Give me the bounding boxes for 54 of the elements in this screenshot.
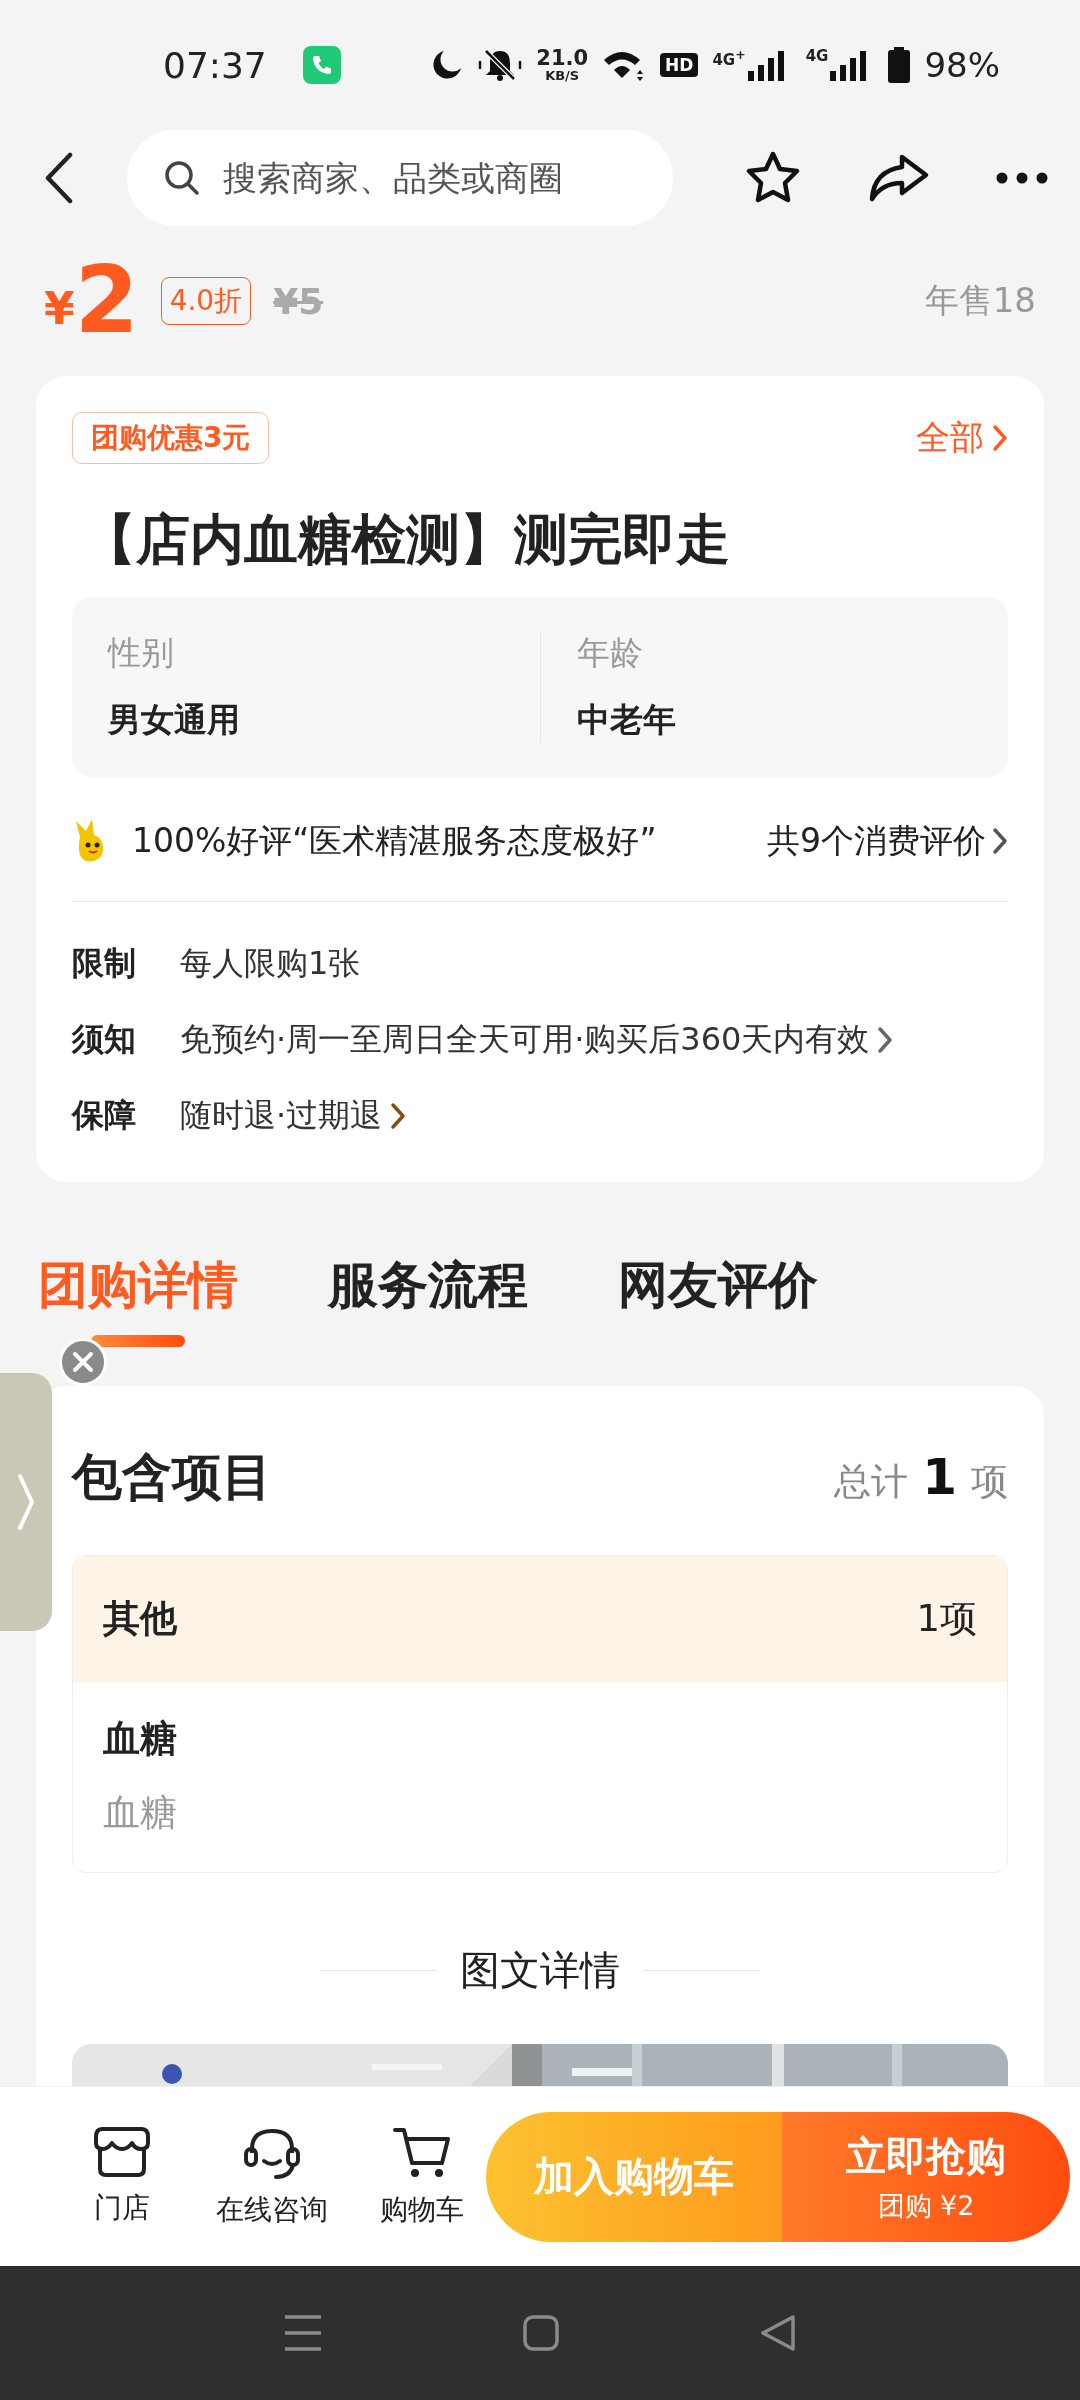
battery-icon xyxy=(888,47,911,83)
more-icon[interactable] xyxy=(996,172,1048,184)
group-name: 其他 xyxy=(103,1596,177,1642)
item-total: 总计 1 项 xyxy=(834,1448,1008,1507)
store-icon xyxy=(94,2124,150,2179)
rule-link[interactable]: 免预约·周一至周日全天可用·购买后360天内有效 xyxy=(180,1018,894,1062)
attribute-label: 性别 xyxy=(108,632,175,674)
toolbar-action[interactable]: 门店 xyxy=(62,2124,182,2229)
attribute-label: 年龄 xyxy=(576,632,644,674)
rule-text: 每人限购1张 xyxy=(180,943,361,984)
rule-label: 限制 xyxy=(72,943,137,984)
chevron-icon xyxy=(992,424,1008,452)
original-price: ¥5 xyxy=(273,280,324,322)
rule-link[interactable]: 随时退·过期退 xyxy=(180,1094,407,1138)
search-icon xyxy=(163,159,201,197)
bell-muted-icon xyxy=(478,47,523,83)
back-icon[interactable] xyxy=(44,152,74,204)
chevron-icon xyxy=(18,1474,35,1530)
network-speed: 21.0 KB/S xyxy=(536,48,589,82)
annual-sales: 年售18 xyxy=(924,279,1036,322)
toolbar-action[interactable]: 购物车 xyxy=(362,2124,482,2229)
toolbar-action[interactable]: 在线咨询 xyxy=(212,2124,332,2229)
side-handle[interactable] xyxy=(0,1373,52,1631)
status-time: 07:37 xyxy=(163,44,267,86)
review-summary: 100%好评“医术精湛服务态度极好” xyxy=(132,819,657,862)
rule-label: 须知 xyxy=(72,1019,137,1060)
chevron-icon xyxy=(877,1026,894,1054)
item-detail: 血糖 xyxy=(103,1790,178,1836)
coupon-tag: 团购优惠3元 xyxy=(72,412,270,464)
phone-call-icon xyxy=(302,46,341,84)
tab[interactable]: 网友评价 xyxy=(618,1252,818,1352)
details-heading: 图文详情 xyxy=(460,1946,620,1995)
section-title: 包含项目 xyxy=(72,1447,272,1508)
discount-tag: 4.0折 xyxy=(160,277,252,325)
chevron-icon xyxy=(992,827,1008,855)
battery-percent: 98% xyxy=(924,45,1000,85)
deal-price: 2 xyxy=(74,255,139,347)
search-field[interactable]: 搜索商家、品类或商圈 xyxy=(127,130,673,226)
close-button[interactable] xyxy=(59,1338,107,1386)
attribute-value: 男女通用 xyxy=(108,699,241,741)
hd-badge: HD xyxy=(660,53,699,77)
chevron-icon xyxy=(390,1102,407,1130)
tab[interactable]: 服务流程 xyxy=(328,1252,528,1352)
deal-title: 【店内血糖检测】测完即走 xyxy=(82,507,731,573)
home-icon[interactable] xyxy=(523,2315,559,2351)
attribute-value: 中老年 xyxy=(576,699,677,741)
share-icon[interactable] xyxy=(868,153,930,203)
close-icon xyxy=(73,1352,93,1372)
currency-sign: ¥ xyxy=(44,283,75,334)
review-count-link[interactable]: 共9个消费评价 xyxy=(767,818,1008,864)
rule-label: 保障 xyxy=(72,1095,137,1136)
menu-icon[interactable] xyxy=(283,2314,323,2352)
item-name: 血糖 xyxy=(103,1716,178,1762)
group-count: 1项 xyxy=(916,1596,977,1642)
